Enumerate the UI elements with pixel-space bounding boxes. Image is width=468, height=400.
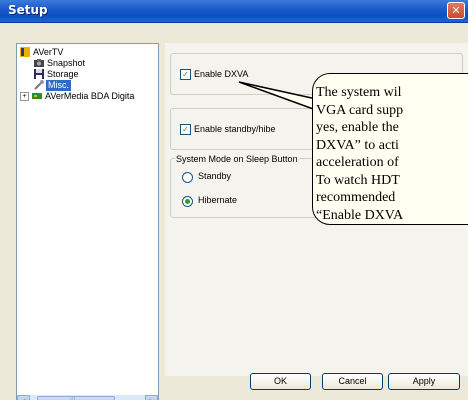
callout-line: To watch HDT bbox=[316, 172, 400, 188]
callout-line: acceleration of bbox=[316, 155, 399, 170]
callout-line: DXVA” to acti bbox=[316, 137, 399, 153]
callout-line: yes, enable the bbox=[316, 120, 399, 135]
callout-line: recommended bbox=[316, 190, 396, 205]
callout-line: “Enable DXVA bbox=[316, 207, 404, 223]
callout-line: The system wil bbox=[316, 85, 402, 100]
setup-dialog: Setup ✕ AVerTV Snapshot Storage Misc. + … bbox=[0, 0, 468, 400]
callout-line: VGA card supp bbox=[316, 102, 404, 118]
annotation-callout: The system wil VGA card supp yes, enable… bbox=[312, 73, 468, 225]
